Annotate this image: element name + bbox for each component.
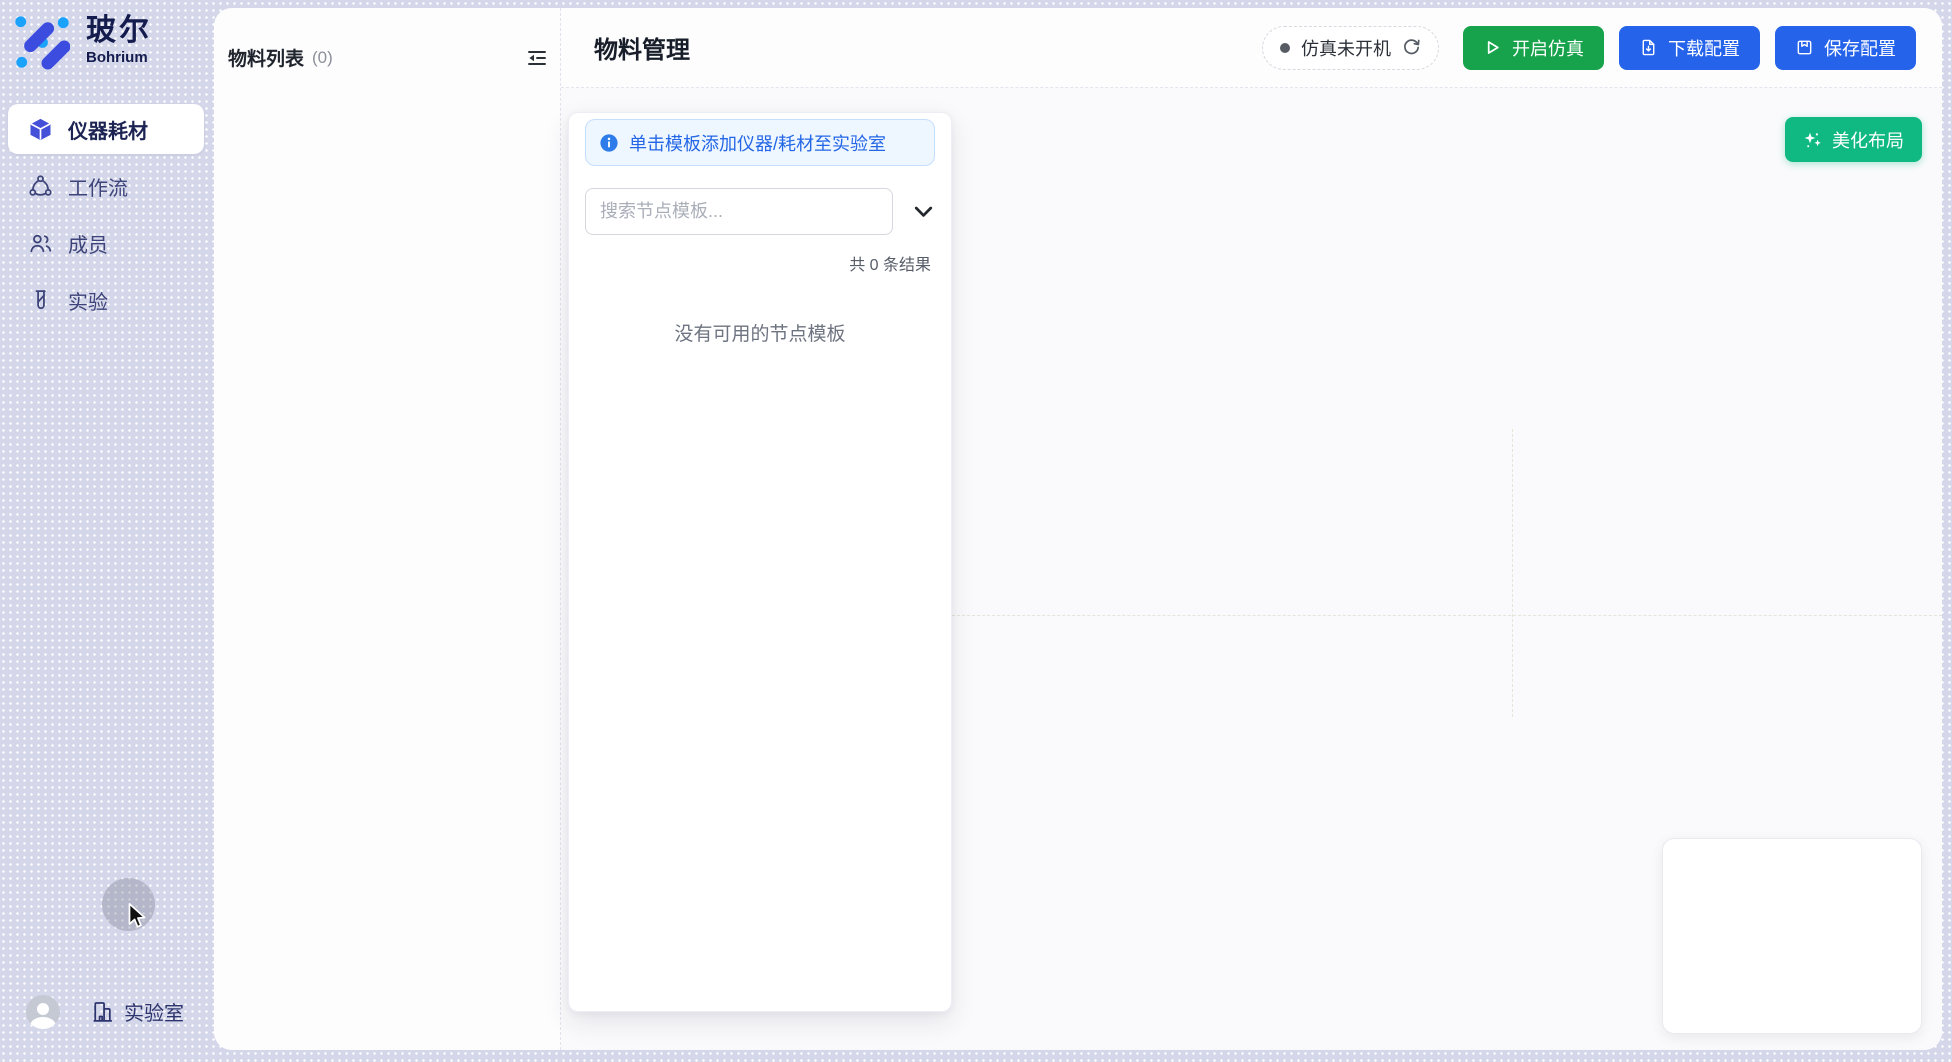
download-config-button[interactable]: 下载配置 [1619, 26, 1760, 70]
refresh-icon[interactable] [1402, 38, 1421, 57]
start-simulation-button[interactable]: 开启仿真 [1463, 26, 1604, 70]
status-dot [1280, 43, 1290, 53]
user-avatar[interactable] [26, 995, 60, 1029]
material-list-count: (0) [312, 48, 333, 68]
sidebar-item-label: 实验 [68, 286, 108, 315]
workflow-icon [28, 174, 53, 199]
material-list-panel: 物料列表 (0) [214, 8, 561, 1050]
app-root: { "brand": { "zh": "玻尔", "en": "Bohrium"… [0, 0, 1952, 1062]
tip-banner: 单击模板添加仪器/耗材至实验室 [585, 119, 935, 166]
mouse-cursor [123, 901, 151, 931]
save-config-button[interactable]: 保存配置 [1775, 26, 1916, 70]
content-card: 物料列表 (0) 物料管理 仿真未开机 [214, 8, 1942, 1050]
lab-label: 实验室 [124, 997, 184, 1026]
canvas-guide-horizontal [952, 615, 1942, 616]
header-actions: 仿真未开机 开启仿真 下载配置 [1262, 26, 1916, 70]
members-icon [28, 231, 53, 256]
test-tube-icon [28, 288, 53, 313]
sidebar-item-label: 成员 [68, 229, 108, 258]
layout-canvas[interactable]: 单击模板添加仪器/耗材至实验室 共 0 条结果 没有可用的节点模板 [561, 88, 1942, 1050]
page-title: 物料管理 [594, 30, 690, 65]
save-config-label: 保存配置 [1824, 35, 1896, 61]
brand-name-zh: 玻尔 [86, 14, 152, 47]
expand-toggle[interactable] [914, 206, 933, 218]
canvas-guide-vertical [1512, 429, 1513, 717]
sidebar: 玻尔 Bohrium 仪器耗材 工作流 [0, 0, 214, 1062]
simulation-status-pill[interactable]: 仿真未开机 [1262, 26, 1439, 70]
brand-text: 玻尔 Bohrium [86, 14, 152, 66]
lab-switcher[interactable]: 实验室 [90, 997, 184, 1026]
status-label: 仿真未开机 [1301, 35, 1391, 61]
file-download-icon [1639, 38, 1658, 57]
save-icon [1795, 38, 1814, 57]
sidebar-item-workflow[interactable]: 工作流 [8, 161, 204, 211]
minimap[interactable] [1662, 838, 1922, 1034]
empty-state-text: 没有可用的节点模板 [585, 319, 935, 346]
collapse-panel-button[interactable] [525, 46, 549, 70]
sparkles-icon [1803, 130, 1823, 150]
tip-text: 单击模板添加仪器/耗材至实验室 [629, 130, 886, 156]
brand-name-en: Bohrium [86, 49, 152, 66]
sidebar-item-label: 仪器耗材 [68, 115, 148, 144]
bohrium-logo-icon [14, 14, 70, 70]
cube-icon [28, 117, 53, 142]
sidebar-item-label: 工作流 [68, 172, 128, 201]
material-list-header: 物料列表 (0) [214, 8, 560, 71]
building-icon [90, 999, 115, 1024]
sidebar-item-members[interactable]: 成员 [8, 218, 204, 268]
beautify-layout-button[interactable]: 美化布局 [1785, 117, 1922, 162]
main-header: 物料管理 仿真未开机 开启仿真 [561, 8, 1942, 88]
info-icon [599, 133, 619, 153]
start-simulation-label: 开启仿真 [1512, 35, 1584, 61]
brand-logo: 玻尔 Bohrium [14, 14, 152, 70]
play-icon [1483, 38, 1502, 57]
search-input[interactable] [585, 188, 893, 235]
download-config-label: 下载配置 [1668, 35, 1740, 61]
menu-fold-icon [526, 47, 548, 69]
beautify-layout-label: 美化布局 [1832, 127, 1904, 153]
sidebar-menu: 仪器耗材 工作流 成员 [8, 104, 204, 332]
sidebar-item-experiments[interactable]: 实验 [8, 275, 204, 325]
node-template-panel: 单击模板添加仪器/耗材至实验室 共 0 条结果 没有可用的节点模板 [568, 112, 952, 1012]
material-list-title: 物料列表 [228, 44, 304, 71]
search-row [585, 188, 935, 235]
result-count: 共 0 条结果 [585, 251, 935, 275]
chevron-down-icon [914, 206, 933, 218]
sidebar-item-instruments[interactable]: 仪器耗材 [8, 104, 204, 154]
